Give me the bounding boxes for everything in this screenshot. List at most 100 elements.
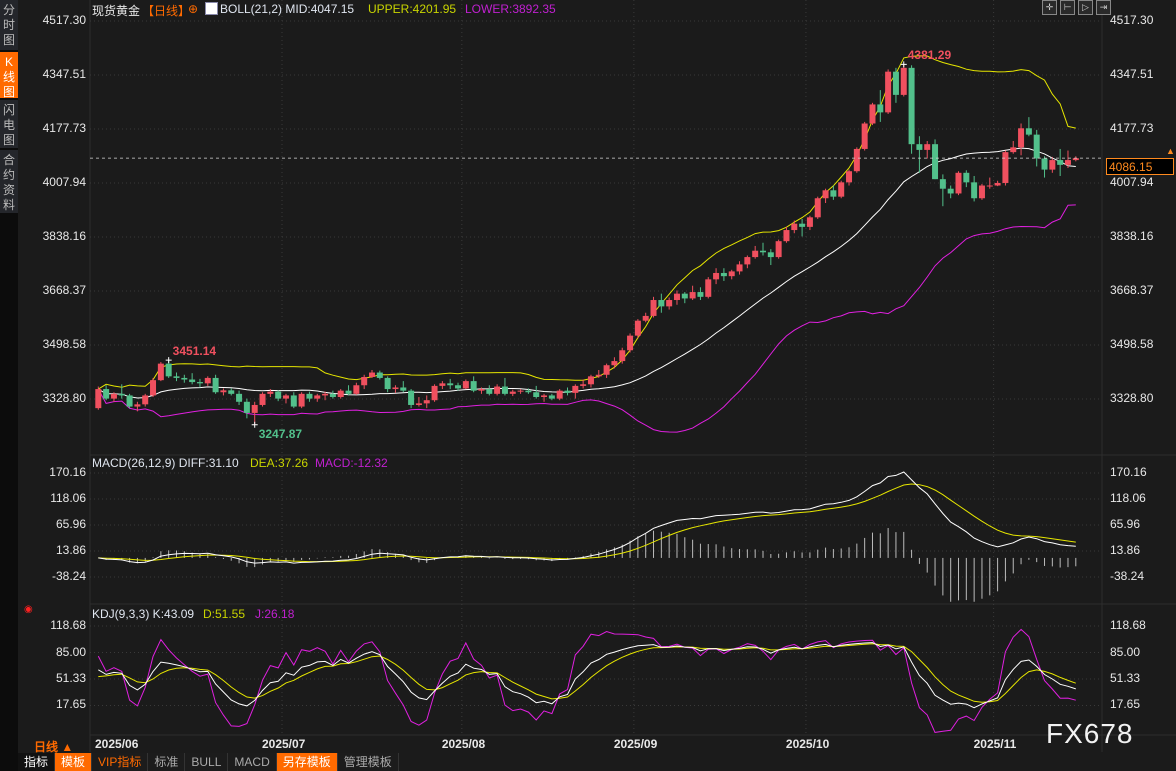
price-tick-right: 3668.37 (1110, 282, 1154, 297)
candle-body (822, 190, 829, 199)
candle-body (877, 104, 884, 113)
candle-body (1025, 128, 1032, 135)
candle-body (110, 393, 117, 399)
tab-templates[interactable]: 模板 (55, 753, 93, 771)
candle-body (415, 403, 422, 405)
tab-manage-templates[interactable]: 管理模板 (337, 753, 399, 771)
price-annotation: 3451.14 (172, 344, 217, 359)
tab-save-template[interactable]: 另存模板 (276, 753, 338, 771)
candle-body (470, 381, 477, 391)
price-annotation: 3247.87 (258, 426, 303, 441)
price-tick-left: 3838.16 (42, 228, 86, 243)
tab-vip-indicators[interactable]: VIP指标 (92, 753, 149, 771)
candle-body (392, 387, 399, 390)
extreme-marker (165, 357, 172, 364)
candle-body (439, 383, 446, 386)
zoom-out-icon[interactable]: ▷ (1078, 0, 1093, 15)
candle-body (353, 385, 360, 394)
template-tabbar: 指标 模板 VIP指标 标准 BULL MACD 另存模板 管理模板 (18, 753, 399, 771)
candle-body (431, 385, 438, 401)
kdj-tick-right: 51.33 (1110, 670, 1141, 685)
candle-body (204, 377, 211, 384)
candle-body (541, 395, 548, 398)
candle-body (713, 272, 720, 280)
macd-tick-right: 13.86 (1110, 543, 1141, 557)
kdj-tick-right: 17.65 (1110, 697, 1141, 712)
candle-body (564, 390, 571, 393)
date-tick: 2025/08 (441, 737, 486, 751)
boll-lower-line (97, 204, 1076, 433)
candle-body (361, 376, 368, 386)
candle-body (986, 185, 993, 187)
price-marker-icon: ▲ (1166, 146, 1175, 156)
price-tick-right: 3838.16 (1110, 228, 1154, 243)
boll-chart-icon[interactable] (205, 2, 218, 15)
indicator-settings-icon[interactable]: ◉ (24, 604, 33, 615)
candle-body (791, 223, 798, 231)
candle-body (423, 400, 430, 404)
candle-body (572, 385, 579, 393)
candle-body (447, 383, 454, 386)
candle-body (509, 391, 516, 394)
tab-standard[interactable]: 标准 (148, 753, 186, 771)
candle-body (580, 384, 587, 386)
tab-macd[interactable]: MACD (228, 753, 277, 771)
candle-body (118, 393, 125, 396)
scroll-end-icon[interactable]: ⇥ (1096, 0, 1111, 15)
candle-body (978, 185, 985, 199)
label: 闪 (2, 103, 15, 117)
sidebar-item-timeshare[interactable]: 分时图 (0, 0, 18, 50)
tab-indicators[interactable]: 指标 (18, 753, 56, 771)
candle-body (908, 67, 915, 145)
date-tick: 2025/10 (785, 737, 830, 751)
candle-body (165, 363, 172, 377)
candle-body (173, 376, 180, 378)
label: 分 (2, 3, 15, 17)
chart-canvas[interactable] (0, 0, 1176, 771)
candle-body (142, 395, 149, 405)
boll-mid: BOLL(21,2) MID:4047.15 (220, 2, 355, 16)
candle-body (236, 393, 243, 402)
zoom-in-icon[interactable]: ⊢ (1060, 0, 1075, 15)
crosshair-icon[interactable]: ✛ (1042, 0, 1057, 15)
kdj-tick-left: 85.00 (55, 644, 86, 659)
label: 合 (2, 153, 15, 167)
candle-body (408, 390, 415, 405)
price-tick-left: 3498.58 (42, 336, 86, 351)
candle-body (533, 392, 540, 398)
candle-body (212, 377, 219, 393)
candle-body (752, 250, 759, 258)
candle-body (673, 293, 680, 301)
macd-tick-right: 170.16 (1110, 465, 1147, 479)
kdj-title: KDJ(9,3,3) K:43.09 (92, 607, 195, 621)
candle-body (455, 385, 462, 389)
period-label[interactable]: 【日线】 (142, 2, 190, 19)
macd-dea: DEA:37.26 (250, 456, 309, 470)
candle-body (869, 104, 876, 124)
label: K (4, 55, 13, 69)
sidebar-item-kline[interactable]: K线图 (0, 52, 18, 99)
candle-body (658, 300, 665, 307)
candle-body (900, 67, 907, 95)
candle-body (642, 315, 649, 321)
sidebar-item-flash[interactable]: 闪电图 (0, 100, 18, 148)
label: 线 (2, 70, 15, 84)
add-indicator-icon[interactable]: ⊕ (188, 2, 198, 16)
boll-upper-line (98, 55, 1076, 390)
kdj-tick-left: 17.65 (55, 697, 86, 712)
label: 资 (2, 183, 15, 197)
tab-bull[interactable]: BULL (185, 753, 229, 771)
candle-body (767, 252, 774, 258)
candle-body (830, 190, 837, 197)
current-price-label: 4086.15 (1106, 158, 1174, 175)
candle-body (681, 293, 688, 299)
price-tick-left: 3668.37 (42, 282, 86, 297)
candle-body (861, 123, 868, 149)
candle-body (1010, 147, 1017, 153)
date-tick: 2025/09 (613, 737, 658, 751)
sidebar-item-contract-info[interactable]: 合约资料 (0, 150, 18, 213)
candle-body (838, 182, 845, 197)
candle-body (799, 223, 806, 227)
price-tick-right: 4177.73 (1110, 120, 1154, 135)
kdj-j: J:26.18 (255, 607, 295, 621)
